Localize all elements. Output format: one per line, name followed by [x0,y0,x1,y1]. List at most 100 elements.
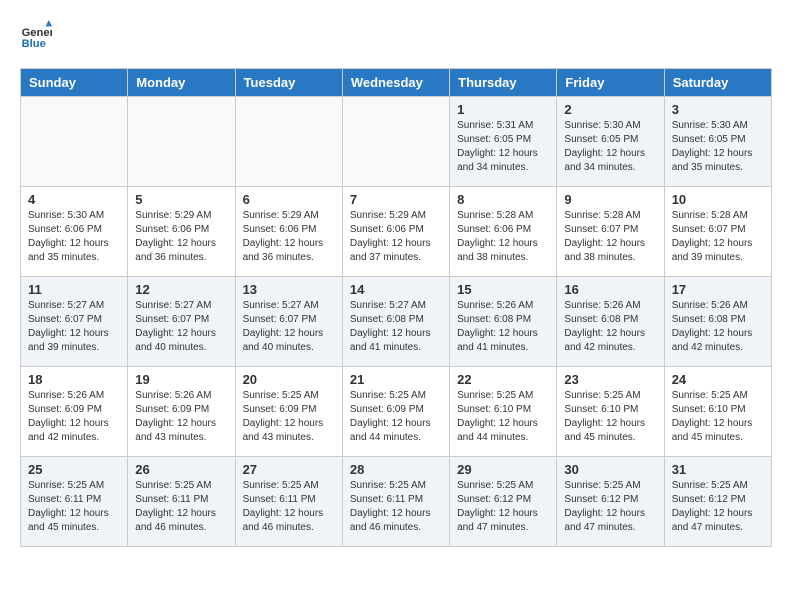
cell-content: Sunrise: 5:28 AM Sunset: 6:06 PM Dayligh… [457,209,549,265]
calendar-cell: 29 Sunrise: 5:25 AM Sunset: 6:12 PM Dayli… [450,457,557,547]
cell-content: Sunrise: 5:25 AM Sunset: 6:09 PM Dayligh… [350,389,442,445]
cell-content: Sunrise: 5:27 AM Sunset: 6:07 PM Dayligh… [28,299,120,355]
cell-content: Sunrise: 5:27 AM Sunset: 6:08 PM Dayligh… [350,299,442,355]
cell-content: Sunrise: 5:29 AM Sunset: 6:06 PM Dayligh… [350,209,442,265]
calendar-cell: 13 Sunrise: 5:27 AM Sunset: 6:07 PM Dayli… [235,277,342,367]
day-header-wednesday: Wednesday [342,69,449,97]
cell-content: Sunrise: 5:25 AM Sunset: 6:10 PM Dayligh… [564,389,656,445]
calendar-cell: 6Sunrise: 5:29 AM Sunset: 6:06 PM Daylig… [235,187,342,277]
day-number: 11 [28,282,120,297]
week-row-1: 1 Sunrise: 5:31 AM Sunset: 6:05 PM Daylig… [21,97,772,187]
day-number: 29 [457,462,549,477]
calendar-cell: 15 Sunrise: 5:26 AM Sunset: 6:08 PM Dayli… [450,277,557,367]
day-number: 19 [135,372,227,387]
day-number: 21 [350,372,442,387]
cell-content: Sunrise: 5:25 AM Sunset: 6:12 PM Dayligh… [564,479,656,535]
calendar-cell: 8 Sunrise: 5:28 AM Sunset: 6:06 PM Daylig… [450,187,557,277]
day-number: 3 [672,102,764,117]
day-number: 20 [243,372,335,387]
day-number: 4 [28,192,120,207]
cell-content: Sunrise: 5:27 AM Sunset: 6:07 PM Dayligh… [135,299,227,355]
week-row-3: 11 Sunrise: 5:27 AM Sunset: 6:07 PM Dayli… [21,277,772,367]
calendar-cell: 30 Sunrise: 5:25 AM Sunset: 6:12 PM Dayli… [557,457,664,547]
day-number: 27 [243,462,335,477]
calendar-cell: 27 Sunrise: 5:25 AM Sunset: 6:11 PM Dayli… [235,457,342,547]
day-header-monday: Monday [128,69,235,97]
calendar-cell: 23 Sunrise: 5:25 AM Sunset: 6:10 PM Dayli… [557,367,664,457]
calendar-cell: 14 Sunrise: 5:27 AM Sunset: 6:08 PM Dayli… [342,277,449,367]
calendar-cell: 19Sunrise: 5:26 AM Sunset: 6:09 PM Dayli… [128,367,235,457]
calendar-cell: 3 Sunrise: 5:30 AM Sunset: 6:05 PM Daylig… [664,97,771,187]
cell-content: Sunrise: 5:26 AM Sunset: 6:09 PM Dayligh… [28,389,120,445]
day-number: 24 [672,372,764,387]
day-number: 1 [457,102,549,117]
cell-content: Sunrise: 5:26 AM Sunset: 6:08 PM Dayligh… [564,299,656,355]
calendar-cell [235,97,342,187]
calendar-cell: 22 Sunrise: 5:25 AM Sunset: 6:10 PM Dayli… [450,367,557,457]
calendar-cell [342,97,449,187]
cell-content: Sunrise: 5:28 AM Sunset: 6:07 PM Dayligh… [672,209,764,265]
cell-content: Sunrise: 5:26 AM Sunset: 6:08 PM Dayligh… [457,299,549,355]
cell-content: Sunrise: 5:28 AM Sunset: 6:07 PM Dayligh… [564,209,656,265]
calendar-cell: 2Sunrise: 5:30 AM Sunset: 6:05 PM Daylig… [557,97,664,187]
logo-icon: General Blue [20,20,52,52]
calendar-cell: 25Sunrise: 5:25 AM Sunset: 6:11 PM Dayli… [21,457,128,547]
cell-content: Sunrise: 5:25 AM Sunset: 6:10 PM Dayligh… [457,389,549,445]
cell-content: Sunrise: 5:25 AM Sunset: 6:11 PM Dayligh… [243,479,335,535]
calendar-cell [21,97,128,187]
day-number: 23 [564,372,656,387]
day-number: 30 [564,462,656,477]
calendar-cell: 17 Sunrise: 5:26 AM Sunset: 6:08 PM Dayli… [664,277,771,367]
page-header: General Blue [20,20,772,52]
days-header-row: SundayMondayTuesdayWednesdayThursdayFrid… [21,69,772,97]
day-number: 6 [243,192,335,207]
logo: General Blue [20,20,56,52]
day-number: 7 [350,192,442,207]
day-number: 26 [135,462,227,477]
day-number: 10 [672,192,764,207]
svg-text:Blue: Blue [22,38,46,50]
calendar-cell: 11 Sunrise: 5:27 AM Sunset: 6:07 PM Dayli… [21,277,128,367]
week-row-5: 25Sunrise: 5:25 AM Sunset: 6:11 PM Dayli… [21,457,772,547]
day-number: 17 [672,282,764,297]
day-number: 31 [672,462,764,477]
day-number: 22 [457,372,549,387]
day-number: 18 [28,372,120,387]
day-number: 8 [457,192,549,207]
day-header-tuesday: Tuesday [235,69,342,97]
day-header-sunday: Sunday [21,69,128,97]
cell-content: Sunrise: 5:26 AM Sunset: 6:08 PM Dayligh… [672,299,764,355]
cell-content: Sunrise: 5:25 AM Sunset: 6:11 PM Dayligh… [350,479,442,535]
calendar-cell: 1 Sunrise: 5:31 AM Sunset: 6:05 PM Daylig… [450,97,557,187]
cell-content: Sunrise: 5:25 AM Sunset: 6:11 PM Dayligh… [28,479,120,535]
cell-content: Sunrise: 5:31 AM Sunset: 6:05 PM Dayligh… [457,119,549,175]
day-header-thursday: Thursday [450,69,557,97]
week-row-4: 18 Sunrise: 5:26 AM Sunset: 6:09 PM Dayli… [21,367,772,457]
day-header-friday: Friday [557,69,664,97]
cell-content: Sunrise: 5:25 AM Sunset: 6:09 PM Dayligh… [243,389,335,445]
calendar-cell: 21 Sunrise: 5:25 AM Sunset: 6:09 PM Dayli… [342,367,449,457]
day-number: 14 [350,282,442,297]
day-number: 15 [457,282,549,297]
cell-content: Sunrise: 5:25 AM Sunset: 6:12 PM Dayligh… [457,479,549,535]
day-number: 9 [564,192,656,207]
calendar-cell: 31Sunrise: 5:25 AM Sunset: 6:12 PM Dayli… [664,457,771,547]
calendar-cell: 28 Sunrise: 5:25 AM Sunset: 6:11 PM Dayli… [342,457,449,547]
calendar-table: SundayMondayTuesdayWednesdayThursdayFrid… [20,68,772,547]
day-number: 5 [135,192,227,207]
cell-content: Sunrise: 5:25 AM Sunset: 6:10 PM Dayligh… [672,389,764,445]
day-number: 12 [135,282,227,297]
day-number: 13 [243,282,335,297]
cell-content: Sunrise: 5:25 AM Sunset: 6:11 PM Dayligh… [135,479,227,535]
calendar-cell: 9 Sunrise: 5:28 AM Sunset: 6:07 PM Daylig… [557,187,664,277]
cell-content: Sunrise: 5:30 AM Sunset: 6:05 PM Dayligh… [672,119,764,175]
day-number: 16 [564,282,656,297]
calendar-cell: 12 Sunrise: 5:27 AM Sunset: 6:07 PM Dayli… [128,277,235,367]
calendar-cell: 20 Sunrise: 5:25 AM Sunset: 6:09 PM Dayli… [235,367,342,457]
calendar-cell [128,97,235,187]
week-row-2: 4Sunrise: 5:30 AM Sunset: 6:06 PM Daylig… [21,187,772,277]
calendar-cell: 4Sunrise: 5:30 AM Sunset: 6:06 PM Daylig… [21,187,128,277]
cell-content: Sunrise: 5:27 AM Sunset: 6:07 PM Dayligh… [243,299,335,355]
calendar-cell: 24 Sunrise: 5:25 AM Sunset: 6:10 PM Dayli… [664,367,771,457]
day-number: 28 [350,462,442,477]
